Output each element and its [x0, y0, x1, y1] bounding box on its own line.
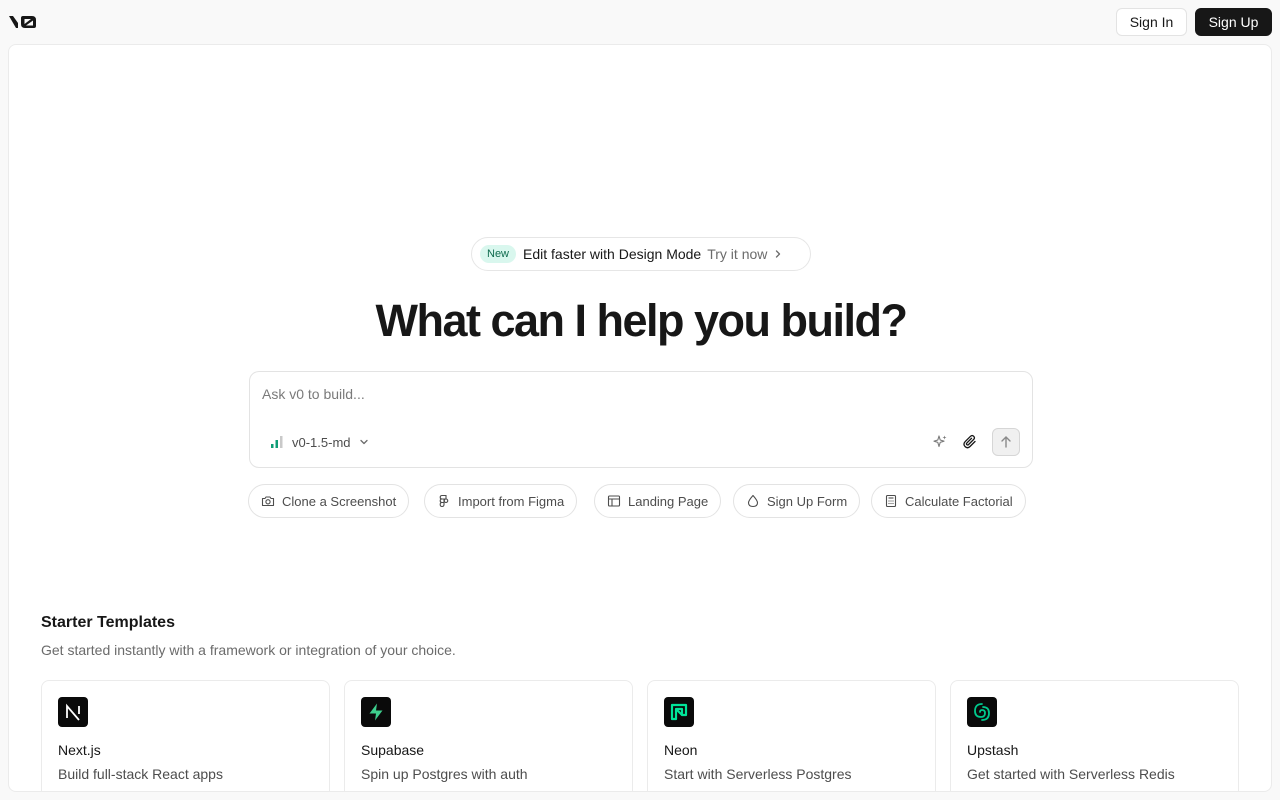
camera-icon — [261, 496, 275, 507]
template-desc: Spin up Postgres with auth — [361, 766, 528, 782]
template-name: Upstash — [967, 742, 1019, 758]
model-signal-icon — [271, 436, 283, 448]
starter-templates-title: Starter Templates — [41, 614, 175, 631]
template-desc: Build full-stack React apps — [58, 766, 223, 782]
arrow-up-icon — [1001, 436, 1011, 448]
announcement-link[interactable]: Try it now — [707, 246, 767, 262]
starter-templates-subtitle: Get started instantly with a framework o… — [41, 642, 456, 658]
figma-icon — [439, 494, 449, 508]
paperclip-icon[interactable] — [960, 432, 980, 452]
supabase-icon — [361, 697, 391, 727]
chip-calculate-factorial[interactable]: Calculate Factorial — [871, 484, 1026, 518]
announcement-text: Edit faster with Design Mode — [523, 246, 702, 262]
model-selector[interactable]: v0-1.5-md — [270, 432, 369, 452]
neon-icon — [664, 697, 694, 727]
template-card-neon[interactable]: Neon Start with Serverless Postgres — [647, 680, 936, 791]
layout-icon — [607, 495, 621, 507]
chip-sign-up-form[interactable]: Sign Up Form — [733, 484, 861, 518]
upstash-icon — [967, 697, 997, 727]
template-name: Next.js — [58, 742, 101, 758]
sparkle-icon[interactable] — [930, 432, 950, 452]
chevron-down-icon — [359, 439, 368, 445]
suggestion-chips: Clone a Screenshot Import from Figma Lan… — [9, 484, 1271, 518]
sign-in-button[interactable]: Sign In — [1116, 8, 1187, 36]
calculator-icon — [885, 494, 897, 508]
new-badge: New — [480, 245, 517, 263]
chip-label: Clone a Screenshot — [282, 493, 397, 509]
v0-logo-icon[interactable] — [8, 12, 38, 32]
chip-label: Calculate Factorial — [905, 493, 1013, 509]
template-desc: Get started with Serverless Redis — [967, 766, 1175, 782]
chip-landing-page[interactable]: Landing Page — [594, 484, 722, 518]
chip-import-figma[interactable]: Import from Figma — [424, 484, 578, 518]
send-button[interactable] — [992, 428, 1020, 456]
prompt-input[interactable] — [262, 384, 1002, 404]
chip-label: Landing Page — [628, 493, 709, 509]
model-label: v0-1.5-md — [292, 434, 351, 450]
sign-up-button[interactable]: Sign Up — [1195, 8, 1272, 36]
prompt-box: v0-1.5-md — [249, 371, 1033, 468]
template-card-upstash[interactable]: Upstash Get started with Serverless Redi… — [950, 680, 1239, 791]
template-name: Neon — [664, 742, 698, 758]
main-panel: New Edit faster with Design Mode Try it … — [8, 44, 1272, 792]
chip-clone-screenshot[interactable]: Clone a Screenshot — [248, 484, 410, 518]
template-card-supabase[interactable]: Supabase Spin up Postgres with auth — [344, 680, 633, 791]
template-desc: Start with Serverless Postgres — [664, 766, 852, 782]
template-card-nextjs[interactable]: Next.js Build full-stack React apps — [41, 680, 330, 791]
announcement-pill[interactable]: New Edit faster with Design Mode Try it … — [471, 237, 811, 271]
page-title: What can I help you build? — [375, 295, 909, 346]
chip-label: Import from Figma — [458, 493, 565, 509]
nextjs-icon — [58, 697, 88, 727]
chip-label: Sign Up Form — [767, 493, 848, 509]
chevron-right-icon — [776, 250, 781, 258]
template-name: Supabase — [361, 742, 425, 758]
top-bar: Sign In Sign Up — [0, 0, 1280, 44]
drop-icon — [747, 494, 759, 508]
